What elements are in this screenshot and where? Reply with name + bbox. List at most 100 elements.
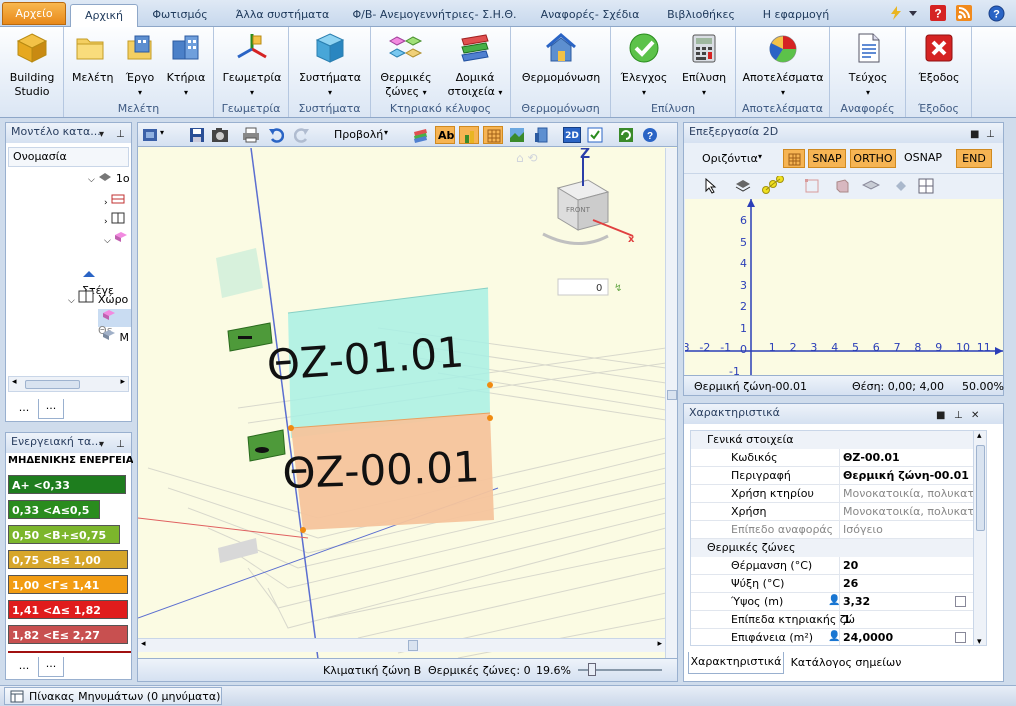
override-checkbox[interactable] bbox=[955, 596, 966, 607]
thermomonosi-button[interactable]: Θερμομόνωση bbox=[519, 31, 603, 85]
property-row[interactable]: Κωδικός ΘΖ-00.01 bbox=[691, 449, 986, 467]
save-icon[interactable] bbox=[189, 127, 205, 143]
slab-icon[interactable] bbox=[862, 178, 880, 194]
select-cursor-icon[interactable] bbox=[704, 178, 718, 194]
thermikes-zones-button[interactable]: Θερμικές ζώνες ▾ bbox=[375, 31, 437, 100]
building-studio-button[interactable]: Building Studio bbox=[4, 31, 60, 99]
tab-home[interactable]: Αρχική bbox=[70, 4, 138, 27]
energy-panel-tab-2[interactable]: ... bbox=[38, 657, 64, 677]
edit-points-icon[interactable] bbox=[804, 178, 820, 194]
grid-snap-toggle[interactable] bbox=[783, 149, 805, 168]
properties-scrollbar[interactable]: ▴ ▾ bbox=[973, 431, 986, 645]
print-icon[interactable] bbox=[242, 127, 260, 143]
app-menu-tab[interactable]: Αρχείο bbox=[2, 2, 66, 25]
layer-stack-icon[interactable] bbox=[734, 178, 752, 194]
epilysi-button[interactable]: Επίλυση ▾ bbox=[677, 31, 731, 100]
tree-node-zones[interactable]: ⌵ bbox=[104, 231, 128, 246]
panel-menu-icon[interactable]: ▾ bbox=[99, 126, 104, 144]
tree-node-openings[interactable]: › bbox=[104, 212, 125, 227]
grid-toggle[interactable] bbox=[483, 126, 503, 144]
screenshot-icon[interactable] bbox=[211, 127, 229, 143]
tree-hscrollbar-thumb[interactable] bbox=[25, 380, 80, 389]
model-panel-tab-2[interactable]: ... bbox=[38, 399, 64, 419]
viewport-vscrollbar-thumb[interactable] bbox=[667, 390, 677, 400]
box-icon[interactable] bbox=[834, 178, 850, 194]
landscape-icon[interactable] bbox=[509, 127, 525, 143]
tree-hscrollbar[interactable]: ◂ ▸ bbox=[8, 376, 129, 392]
vertex-handle[interactable] bbox=[288, 425, 294, 431]
dropdown-arrow-icon[interactable] bbox=[906, 7, 920, 19]
tab-other-systems[interactable]: Άλλα συστήματα bbox=[230, 4, 335, 27]
property-row[interactable]: Επιφάνεια (m²) 24,0000 👤 bbox=[691, 629, 986, 645]
building-icon[interactable] bbox=[534, 127, 550, 143]
property-value[interactable]: 1 bbox=[843, 613, 851, 626]
energy-panel-tab-1[interactable]: ... bbox=[12, 659, 36, 677]
pin-icon[interactable]: ⊥ bbox=[986, 126, 995, 144]
rss-icon[interactable] bbox=[956, 5, 972, 21]
property-row[interactable]: Χρήση κτηρίου Μονοκατοικία, πολυκατ... bbox=[691, 485, 986, 503]
scene-3d[interactable]: FRONT Z x ⌂ ⟲ 0 ↯ ΘΖ-01.01 ΘΖ-00.01 bbox=[138, 148, 666, 659]
viewport-hscrollbar[interactable]: ◂ ▸ bbox=[138, 638, 665, 652]
domika-stoixeia-button[interactable]: Δομικά στοιχεία ▾ bbox=[443, 31, 507, 100]
property-value[interactable]: Μονοκατοικία, πολυκατ... bbox=[843, 487, 984, 500]
layers-icon[interactable] bbox=[412, 127, 428, 143]
messages-button[interactable]: Πίνακας Μηνυμάτων (0 μηνύματα) bbox=[4, 687, 222, 705]
property-value[interactable]: 26 bbox=[843, 577, 858, 590]
property-value[interactable]: Μονοκατοικία, πολυκατ... bbox=[843, 505, 984, 518]
section-zones[interactable]: Θερμικές ζώνες ⌃ bbox=[691, 539, 986, 557]
tab-pv-wind[interactable]: Φ/Β- Ανεμογεννήτριες- Σ.Η.Θ. bbox=[352, 4, 517, 27]
tree-node-thermal-zone[interactable]: Θε bbox=[98, 309, 131, 337]
elegxos-button[interactable]: Έλεγχος ▾ bbox=[619, 31, 669, 100]
property-value[interactable]: 3,32 bbox=[843, 595, 870, 608]
view-menu-arrow-icon[interactable]: ▾ bbox=[384, 128, 388, 137]
camera-view-icon[interactable] bbox=[142, 127, 158, 143]
override-checkbox[interactable] bbox=[955, 632, 966, 643]
tree-node-walls[interactable]: › bbox=[104, 193, 125, 208]
vertex-handle[interactable] bbox=[300, 527, 306, 533]
table-grid-icon[interactable] bbox=[918, 178, 934, 194]
zoom-slider-thumb[interactable] bbox=[588, 663, 596, 676]
diamond-icon[interactable] bbox=[894, 179, 908, 193]
pin-icon[interactable]: ⊥ bbox=[116, 126, 125, 144]
viewport-hscrollbar-thumb[interactable] bbox=[408, 640, 418, 651]
tab-points-list[interactable]: Κατάλογος σημείων bbox=[788, 654, 904, 674]
vertex-handle[interactable] bbox=[487, 382, 493, 388]
property-row[interactable]: Χρήση Μονοκατοικία, πολυκατ... bbox=[691, 503, 986, 521]
section-general[interactable]: Γενικά στοιχεία ⌃ bbox=[691, 431, 986, 449]
undo-icon[interactable] bbox=[268, 127, 284, 143]
tab-reports[interactable]: Αναφορές- Σχέδια bbox=[535, 4, 645, 27]
close-icon[interactable]: ✕ bbox=[971, 407, 979, 425]
property-row[interactable]: Επίπεδο αναφοράς Ισόγειο bbox=[691, 521, 986, 539]
property-value[interactable]: 20 bbox=[843, 559, 858, 572]
tree-column-header[interactable]: Ονομασία bbox=[8, 147, 129, 167]
apotelesmata-button[interactable]: Αποτελέσματα ▾ bbox=[740, 31, 826, 100]
tab-lighting[interactable]: Φωτισμός bbox=[145, 4, 215, 27]
ktiria-button[interactable]: Κτήρια ▾ bbox=[164, 31, 208, 100]
pin-icon[interactable]: ⊥ bbox=[954, 407, 963, 425]
property-row[interactable]: Ύψος (m) 3,32 👤 bbox=[691, 593, 986, 611]
ergo-button[interactable]: Έργο ▾ bbox=[120, 31, 160, 100]
redo-icon[interactable] bbox=[294, 127, 310, 143]
view-menu[interactable]: Προβολή bbox=[334, 128, 383, 141]
edit2d-canvas[interactable]: 6543210-1 -3-2-11234567891011 bbox=[685, 199, 1003, 375]
property-row[interactable]: Ψύξη (°C) 26 bbox=[691, 575, 986, 593]
dropdown-arrow-icon[interactable]: ▾ bbox=[160, 128, 164, 137]
property-value[interactable]: ΘΖ-00.01 bbox=[843, 451, 900, 464]
property-value[interactable]: Θερμική ζώνη-00.01 bbox=[843, 469, 969, 482]
tree-node-spaces[interactable]: ⌵ Χώρο bbox=[68, 290, 128, 306]
pin-icon[interactable]: ⊥ bbox=[116, 436, 125, 454]
meleti-button[interactable]: Μελέτη bbox=[72, 31, 114, 85]
tab-libraries[interactable]: Βιβλιοθήκες bbox=[660, 4, 742, 27]
properties-scrollbar-thumb[interactable] bbox=[976, 445, 985, 531]
orientation-dropdown-arrow-icon[interactable]: ▾ bbox=[758, 152, 762, 161]
bars-toggle[interactable] bbox=[459, 126, 479, 144]
refresh-icon[interactable] bbox=[618, 127, 634, 143]
lightning-icon[interactable] bbox=[888, 6, 904, 20]
teuxos-button[interactable]: Τεύχος ▾ bbox=[838, 31, 898, 100]
2d-toggle[interactable]: 2D bbox=[563, 127, 581, 143]
property-value[interactable]: 24,0000 bbox=[843, 631, 893, 644]
property-row[interactable]: Επίπεδα κτηριακής ζώ 1 bbox=[691, 611, 986, 629]
exodos-button[interactable]: Έξοδος bbox=[912, 31, 966, 85]
checklist-icon[interactable] bbox=[587, 127, 603, 143]
tab-properties[interactable]: Χαρακτηριστικά bbox=[688, 652, 784, 674]
